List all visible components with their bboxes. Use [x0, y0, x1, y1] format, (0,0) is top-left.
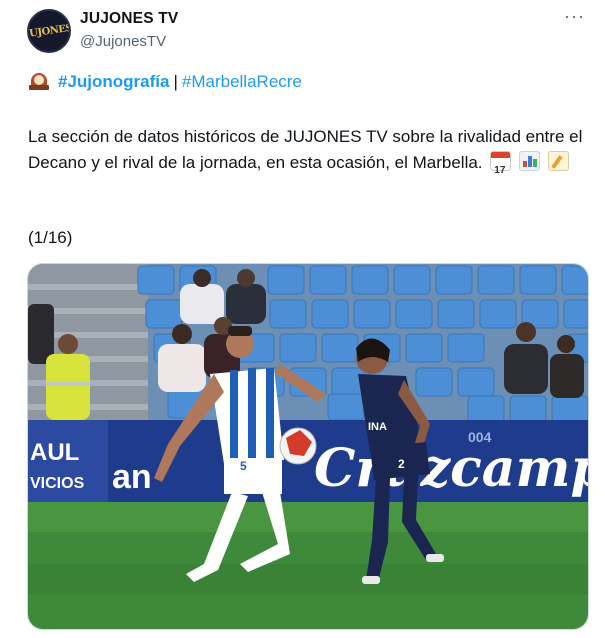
hashtag-separator: |	[173, 72, 178, 91]
football-match-photo: AUL VICIOS an 004 Cruzcamp 5 INA 2	[28, 264, 589, 629]
thread-counter: (1/16)	[28, 228, 73, 247]
hashtag-jujonografia[interactable]: #Jujonografía	[58, 72, 169, 92]
ball	[279, 427, 317, 465]
avatar-logo: JUJONES	[27, 22, 71, 40]
user-handle[interactable]: @JujonesTV	[80, 33, 166, 50]
memo-icon	[547, 151, 569, 171]
hashtag-marbellarecre[interactable]: #MarbellaRecre	[182, 72, 302, 92]
player2-number: 2	[398, 457, 405, 471]
player1-number: 5	[240, 459, 247, 473]
banner-sponsor-text: Cruzcamp	[314, 438, 589, 499]
tweet-text: La sección de datos históricos de JUJONE…	[28, 124, 588, 184]
display-name[interactable]: JUJONES TV	[80, 10, 178, 28]
hashtag-line: #Jujonografía | #MarbellaRecre	[28, 72, 302, 92]
more-icon[interactable]: ···	[564, 6, 585, 27]
banner-center-text: an	[112, 458, 152, 496]
calendar-icon	[490, 151, 512, 184]
banner-left-subtext: VICIOS	[30, 475, 85, 492]
avatar[interactable]: JUJONES	[27, 9, 71, 53]
mantel-clock-icon	[28, 72, 50, 92]
banner-left-text: AUL	[30, 439, 79, 466]
player2-chest-text: INA	[368, 421, 387, 433]
tweet-photo[interactable]: AUL VICIOS an 004 Cruzcamp 5 INA 2	[27, 263, 589, 630]
bar-chart-icon	[519, 151, 541, 171]
